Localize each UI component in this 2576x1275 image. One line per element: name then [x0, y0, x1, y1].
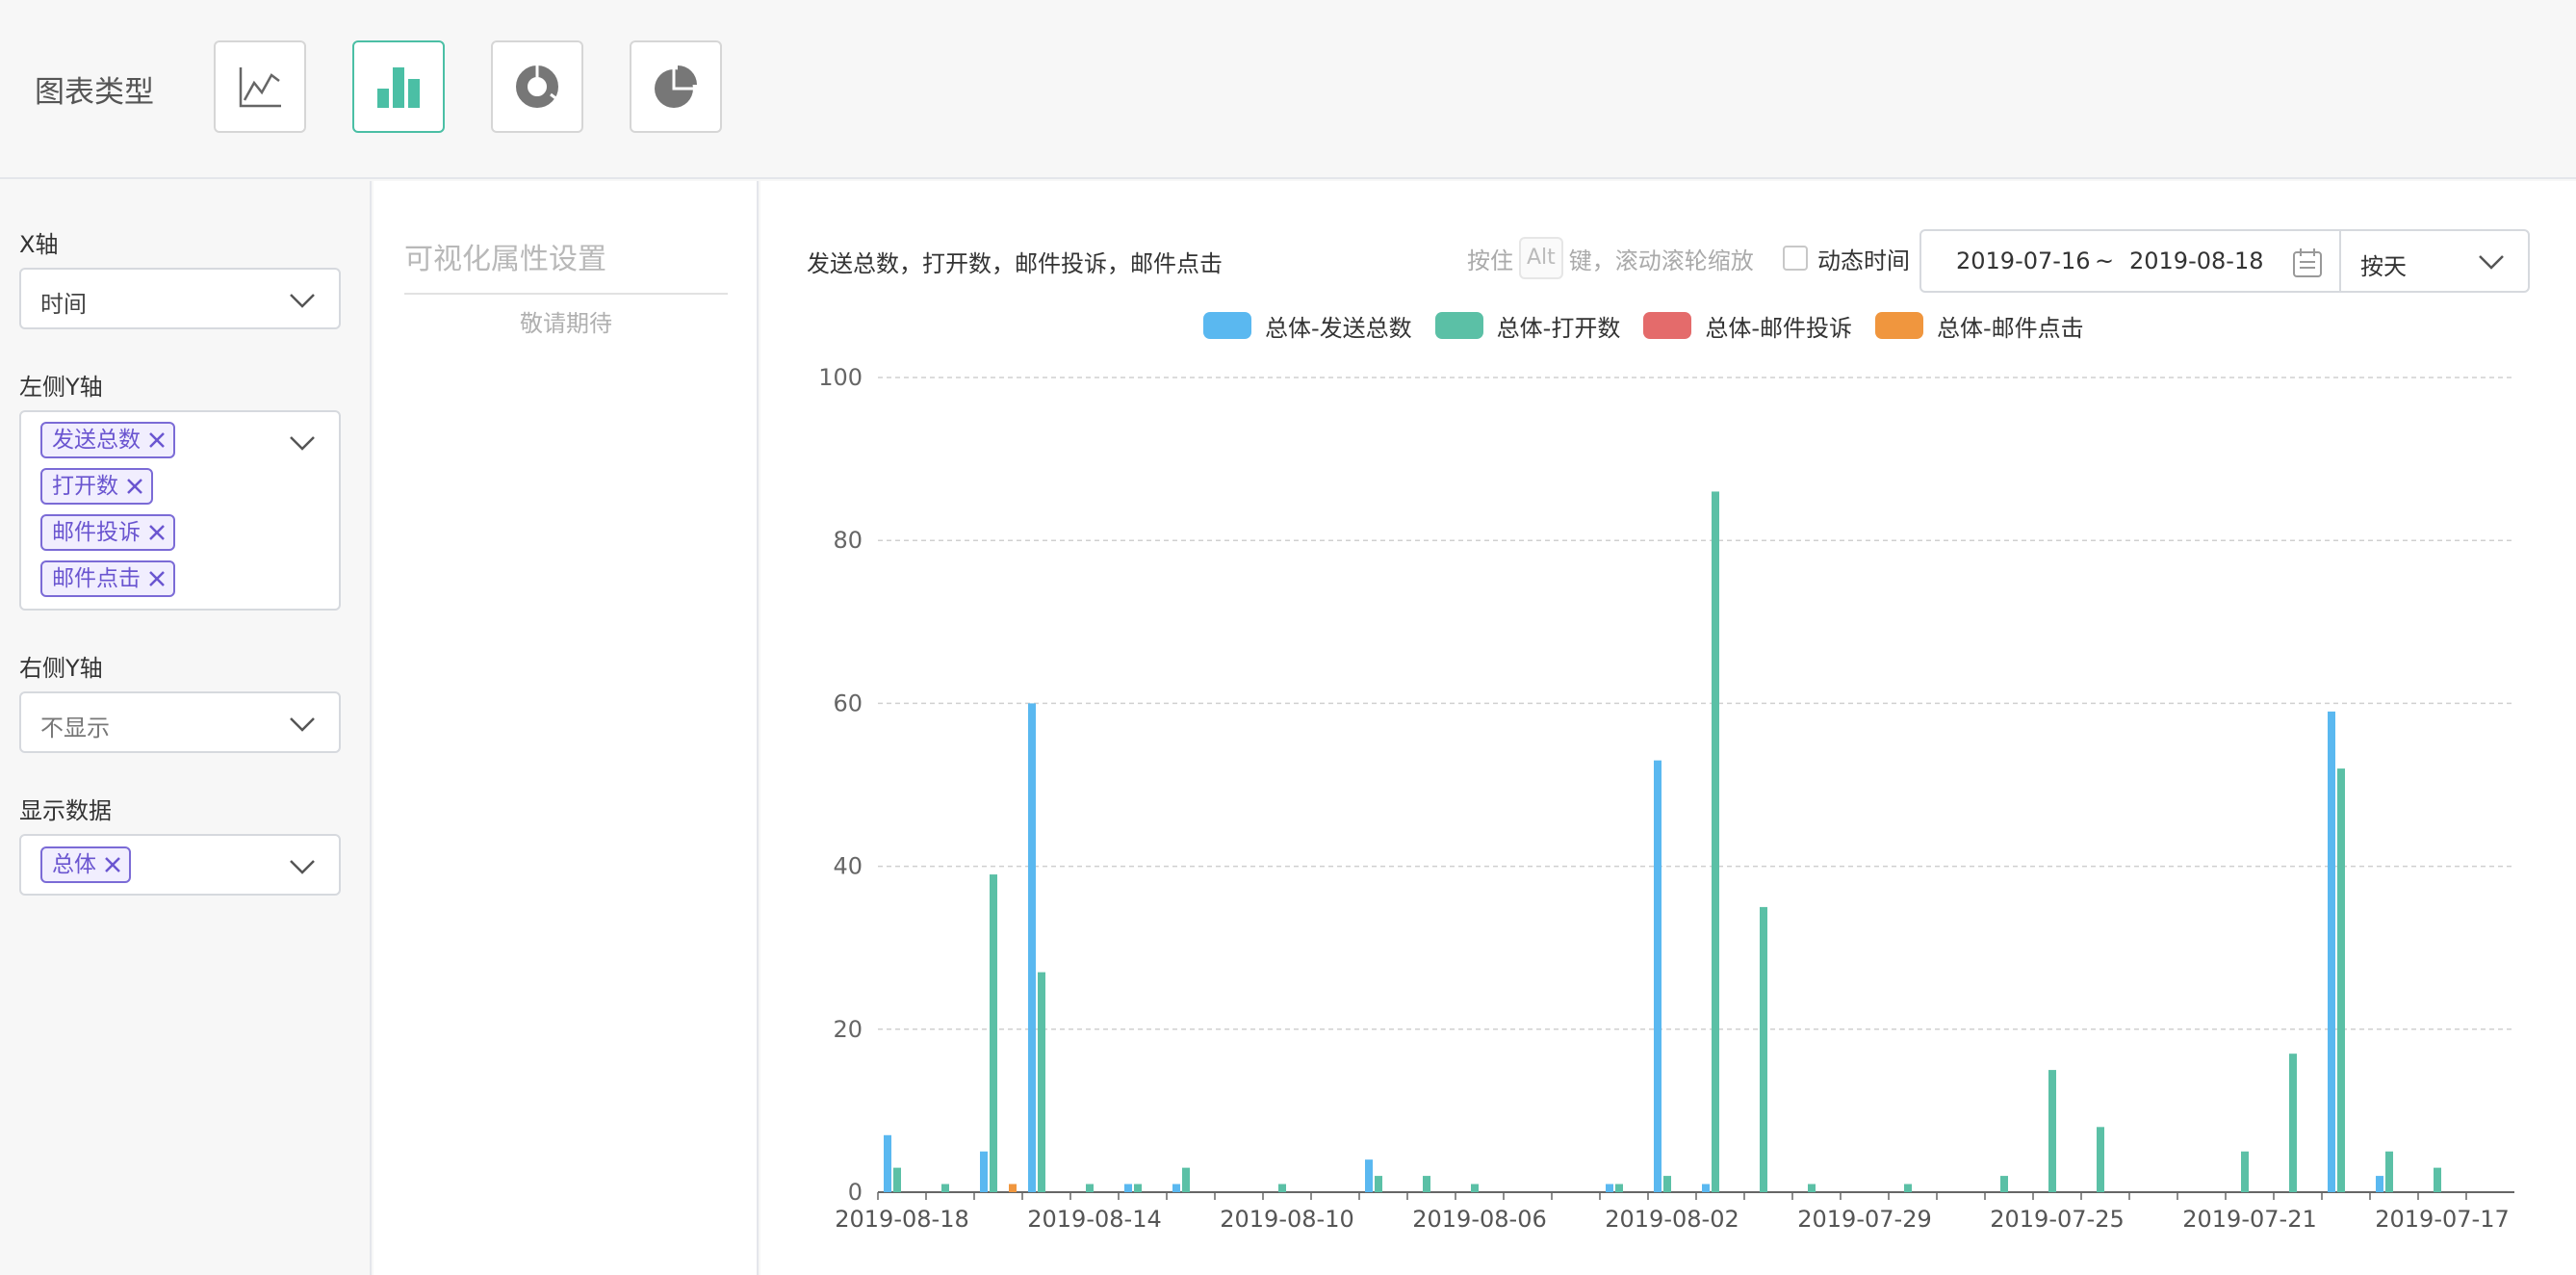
tag-label: 邮件点击	[52, 566, 141, 591]
bar	[1172, 1184, 1180, 1192]
visual-properties-title: 可视化属性设置	[404, 243, 606, 276]
bar-chart-button[interactable]	[352, 40, 445, 133]
remove-tag-icon[interactable]	[146, 522, 167, 543]
x-tick-label: 2019-08-02	[1605, 1206, 1739, 1233]
field-settings-panel: X轴 时间 左侧Y轴 发送总数打开数邮件投诉邮件点击 右侧Y轴 不显示 显示数据…	[0, 181, 372, 1275]
pie-chart-button[interactable]	[630, 40, 722, 133]
show-data-label: 显示数据	[19, 797, 112, 824]
bar	[1423, 1176, 1430, 1192]
bar	[2328, 711, 2335, 1192]
donut-chart-icon	[516, 65, 559, 108]
visual-properties-panel: 可视化属性设置 敬请期待	[374, 181, 759, 1275]
tag-label: 发送总数	[52, 428, 141, 453]
bar	[893, 1167, 901, 1192]
tag-label: 总体	[52, 852, 96, 877]
remove-tag-icon[interactable]	[146, 568, 167, 589]
bar	[1615, 1184, 1623, 1192]
bar	[2385, 1151, 2393, 1192]
bar	[2289, 1054, 2297, 1192]
bar	[1663, 1176, 1671, 1192]
bar	[990, 874, 997, 1192]
bar	[2241, 1151, 2249, 1192]
bar	[884, 1134, 891, 1192]
x-tick-label: 2019-08-06	[1412, 1206, 1546, 1233]
x-tick-label: 2019-07-17	[2375, 1206, 2509, 1233]
bar-chart-plot: 0 20 40 60 80 100 2019-08-18 2019-08-14 2019-08-…	[818, 364, 2514, 1233]
bar	[2337, 768, 2345, 1192]
bar	[1278, 1184, 1286, 1192]
bar	[1009, 1184, 1017, 1192]
x-axis-select[interactable]: 时间	[19, 268, 341, 329]
y-tick-label: 100	[818, 364, 863, 391]
bar	[1086, 1184, 1094, 1192]
chart-type-toolbar: 图表类型	[0, 0, 2576, 179]
selected-tag: 打开数	[40, 468, 153, 505]
y-tick-label: 0	[848, 1179, 863, 1206]
bar	[1182, 1167, 1190, 1192]
chart-type-label: 图表类型	[35, 75, 154, 110]
y-tick-label: 40	[833, 853, 863, 880]
bar	[1654, 760, 1662, 1192]
bar	[1365, 1159, 1373, 1192]
bar	[2434, 1167, 2441, 1192]
left-y-axis-label: 左侧Y轴	[19, 374, 103, 401]
bar	[1375, 1176, 1382, 1192]
x-axis-label: X轴	[19, 231, 59, 258]
x-tick-label: 2019-08-14	[1027, 1206, 1161, 1233]
y-tick-label: 80	[833, 527, 863, 554]
show-data-select[interactable]: 总体	[19, 834, 341, 896]
selected-tag: 发送总数	[40, 422, 175, 458]
bar	[1124, 1184, 1132, 1192]
bar	[980, 1151, 988, 1192]
y-tick-label: 60	[833, 690, 863, 716]
x-tick-label: 2019-07-25	[1990, 1206, 2124, 1233]
bar	[1606, 1184, 1613, 1192]
right-y-axis-label: 右侧Y轴	[19, 655, 103, 682]
chevron-down-icon	[290, 717, 315, 732]
tag-label: 邮件投诉	[52, 520, 141, 545]
bar	[1904, 1184, 1912, 1192]
remove-tag-icon[interactable]	[146, 429, 167, 451]
bar	[1134, 1184, 1142, 1192]
x-tick-label: 2019-08-18	[835, 1206, 968, 1233]
bar	[941, 1184, 949, 1192]
selected-tag: 邮件点击	[40, 560, 175, 597]
bar	[2048, 1070, 2056, 1192]
chevron-down-icon	[290, 860, 315, 874]
y-tick-label: 20	[833, 1016, 863, 1043]
x-tick-label: 2019-07-21	[2182, 1206, 2316, 1233]
left-y-axis-select[interactable]: 发送总数打开数邮件投诉邮件点击	[19, 410, 341, 611]
chevron-down-icon	[290, 436, 315, 451]
bar	[1808, 1184, 1816, 1192]
coming-soon-text: 敬请期待	[520, 310, 612, 337]
bar	[2000, 1176, 2008, 1192]
bar	[1028, 703, 1036, 1192]
right-y-axis-value: 不显示	[40, 715, 110, 742]
selected-tag: 邮件投诉	[40, 514, 175, 551]
bar	[1702, 1184, 1710, 1192]
bar	[2376, 1176, 2383, 1192]
pie-chart-icon	[655, 65, 697, 108]
right-y-axis-select[interactable]: 不显示	[19, 691, 341, 753]
bar	[1038, 972, 1045, 1192]
bar	[1471, 1184, 1479, 1192]
x-axis-value: 时间	[40, 291, 87, 318]
chart-panel: 发送总数，打开数，邮件投诉，邮件点击 按住 Alt 键，滚动滚轮缩放 动态时间 …	[760, 181, 2576, 1275]
chevron-down-icon	[290, 294, 315, 308]
divider	[404, 293, 728, 295]
line-chart-icon	[239, 67, 281, 108]
remove-tag-icon[interactable]	[102, 854, 123, 875]
bar-chart-icon	[377, 67, 420, 108]
remove-tag-icon[interactable]	[124, 476, 145, 497]
line-chart-button[interactable]	[214, 40, 306, 133]
bar	[1712, 491, 1719, 1192]
x-tick-label: 2019-07-29	[1797, 1206, 1931, 1233]
tag-label: 打开数	[52, 474, 118, 499]
donut-chart-button[interactable]	[491, 40, 583, 133]
bar	[1760, 906, 1767, 1192]
x-tick-label: 2019-08-10	[1220, 1206, 1353, 1233]
bar	[2097, 1127, 2104, 1192]
selected-tag: 总体	[40, 846, 131, 883]
